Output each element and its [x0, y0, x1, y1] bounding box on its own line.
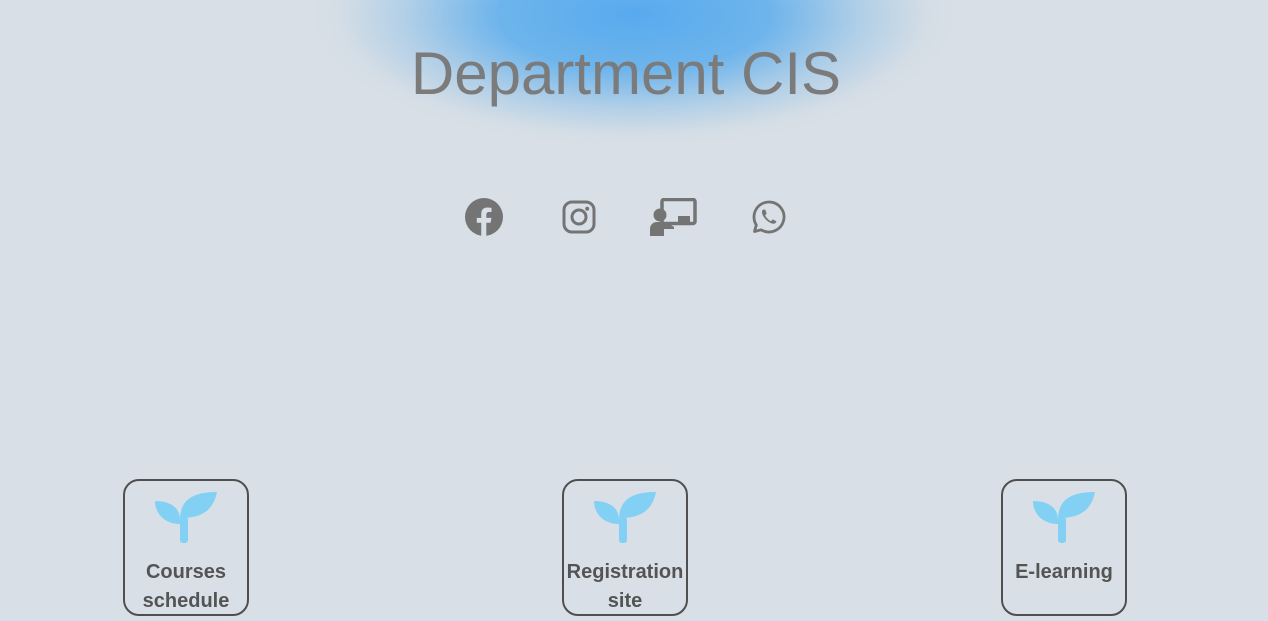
card-label: E-learning — [1015, 561, 1113, 583]
e-learning-card[interactable]: E-learning — [1001, 479, 1127, 616]
chalkboard-teacher-icon — [649, 198, 697, 236]
seedling-icon — [594, 492, 656, 543]
whatsapp-icon — [752, 200, 785, 234]
facebook-link[interactable] — [456, 193, 511, 241]
seedling-icon — [1033, 492, 1095, 543]
whatsapp-link[interactable] — [741, 193, 796, 241]
registration-site-card[interactable]: Registration site — [562, 479, 688, 616]
classroom-link[interactable] — [646, 193, 701, 241]
social-links — [0, 193, 1252, 241]
instagram-icon — [562, 200, 595, 234]
card-label: Courses schedule — [142, 561, 230, 612]
courses-schedule-card[interactable]: Courses schedule — [123, 479, 249, 616]
page-title: Department CIS — [410, 40, 842, 107]
instagram-link[interactable] — [551, 193, 606, 241]
card-label: Registration site — [566, 561, 684, 612]
seedling-icon — [155, 492, 217, 543]
facebook-icon — [464, 198, 503, 236]
